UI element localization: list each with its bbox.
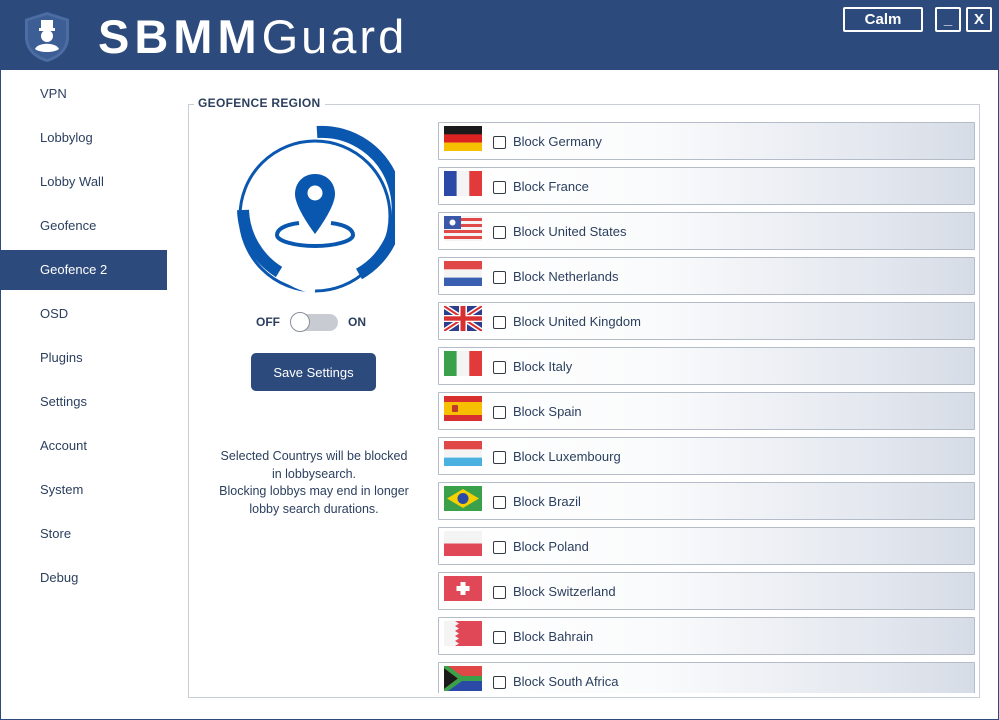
block-country-checkbox[interactable] — [493, 361, 506, 374]
luxembourg-flag-icon — [444, 441, 482, 466]
sidebar-item-account[interactable]: Account — [0, 426, 167, 466]
country-list[interactable]: Block Germany Block France Block United St… — [437, 121, 976, 693]
country-label[interactable]: Block Brazil — [513, 494, 581, 509]
france-flag-icon — [444, 171, 482, 196]
country-row: Block Italy — [438, 347, 975, 385]
sidebar-item-system[interactable]: System — [0, 470, 167, 510]
country-label[interactable]: Block Germany — [513, 134, 602, 149]
toggle-on-label: ON — [348, 315, 366, 329]
note-line: lobby search durations. — [249, 501, 379, 516]
block-country-checkbox[interactable] — [493, 271, 506, 284]
group-title: GEOFENCE REGION — [194, 96, 325, 110]
geofence-note: Selected Countrys will be blocked in lob… — [200, 448, 428, 518]
country-row: Block Spain — [438, 392, 975, 430]
sidebar: VPN Lobbylog Lobby Wall Geofence Geofence 2O… — [0, 70, 167, 720]
country-row: Block South Africa — [438, 662, 975, 693]
country-label[interactable]: Block Poland — [513, 539, 589, 554]
sidebar-item-vpn[interactable]: VPN — [0, 74, 167, 114]
block-country-checkbox[interactable] — [493, 586, 506, 599]
block-country-checkbox[interactable] — [493, 496, 506, 509]
title-bar: SBMMGuard Calm _ X — [0, 0, 999, 70]
germany-flag-icon — [444, 126, 482, 151]
note-line: Blocking lobbys may end in longer — [219, 484, 409, 498]
guard-logo-icon — [25, 12, 69, 62]
united-states-flag-icon — [444, 216, 482, 241]
country-row: Block Luxembourg — [438, 437, 975, 475]
minimize-button[interactable]: _ — [935, 7, 961, 32]
country-label[interactable]: Block France — [513, 179, 589, 194]
country-row: Block Germany — [438, 122, 975, 160]
block-country-checkbox[interactable] — [493, 406, 506, 419]
country-label[interactable]: Block Spain — [513, 404, 582, 419]
toggle-off-label: OFF — [256, 315, 280, 329]
italy-flag-icon — [444, 351, 482, 376]
poland-flag-icon — [444, 531, 482, 556]
sidebar-item-store[interactable]: Store — [0, 514, 167, 554]
save-settings-button[interactable]: Save Settings — [251, 353, 376, 391]
country-label[interactable]: Block South Africa — [513, 674, 619, 689]
sidebar-item-debug[interactable]: Debug — [0, 558, 167, 598]
country-row: Block Netherlands — [438, 257, 975, 295]
country-row: Block United Kingdom — [438, 302, 975, 340]
country-row: Block Brazil — [438, 482, 975, 520]
country-row: Block France — [438, 167, 975, 205]
geofence-toggle-row: OFF ON — [256, 312, 396, 332]
block-country-checkbox[interactable] — [493, 541, 506, 554]
block-country-checkbox[interactable] — [493, 316, 506, 329]
block-country-checkbox[interactable] — [493, 136, 506, 149]
south-africa-flag-icon — [444, 666, 482, 691]
country-label[interactable]: Block Bahrain — [513, 629, 593, 644]
spain-flag-icon — [444, 396, 482, 421]
sidebar-item-osd[interactable]: OSD — [0, 294, 167, 334]
close-button[interactable]: X — [966, 7, 992, 32]
bahrain-flag-icon — [444, 621, 482, 646]
netherlands-flag-icon — [444, 261, 482, 286]
brazil-flag-icon — [444, 486, 482, 511]
sidebar-item-geofence[interactable]: Geofence — [0, 206, 167, 246]
country-row: Block Bahrain — [438, 617, 975, 655]
block-country-checkbox[interactable] — [493, 676, 506, 689]
country-label[interactable]: Block Luxembourg — [513, 449, 621, 464]
united-kingdom-flag-icon — [444, 306, 482, 331]
country-row: Block United States — [438, 212, 975, 250]
country-row: Block Switzerland — [438, 572, 975, 610]
sidebar-item-settings[interactable]: Settings — [0, 382, 167, 422]
mode-calm-button[interactable]: Calm — [843, 7, 923, 32]
note-line: in lobbysearch. — [271, 466, 357, 481]
sidebar-item-lobby-wall[interactable]: Lobby Wall — [0, 162, 167, 202]
block-country-checkbox[interactable] — [493, 181, 506, 194]
country-label[interactable]: Block United Kingdom — [513, 314, 641, 329]
geofence-toggle[interactable] — [290, 312, 338, 332]
block-country-checkbox[interactable] — [493, 631, 506, 644]
switzerland-flag-icon — [444, 576, 482, 601]
toggle-knob[interactable] — [290, 312, 310, 332]
app-brand: SBMMGuard — [98, 10, 408, 63]
location-pin-icon — [237, 125, 395, 294]
block-country-checkbox[interactable] — [493, 451, 506, 464]
country-label[interactable]: Block United States — [513, 224, 626, 239]
sidebar-item-lobbylog[interactable]: Lobbylog — [0, 118, 167, 158]
sidebar-item-plugins[interactable]: Plugins — [0, 338, 167, 378]
country-label[interactable]: Block Switzerland — [513, 584, 616, 599]
country-label[interactable]: Block Netherlands — [513, 269, 619, 284]
country-label[interactable]: Block Italy — [513, 359, 572, 374]
block-country-checkbox[interactable] — [493, 226, 506, 239]
sidebar-item-geofence-2[interactable]: Geofence 2 — [0, 250, 167, 290]
note-line: Selected Countrys will be blocked — [220, 449, 408, 463]
country-row: Block Poland — [438, 527, 975, 565]
